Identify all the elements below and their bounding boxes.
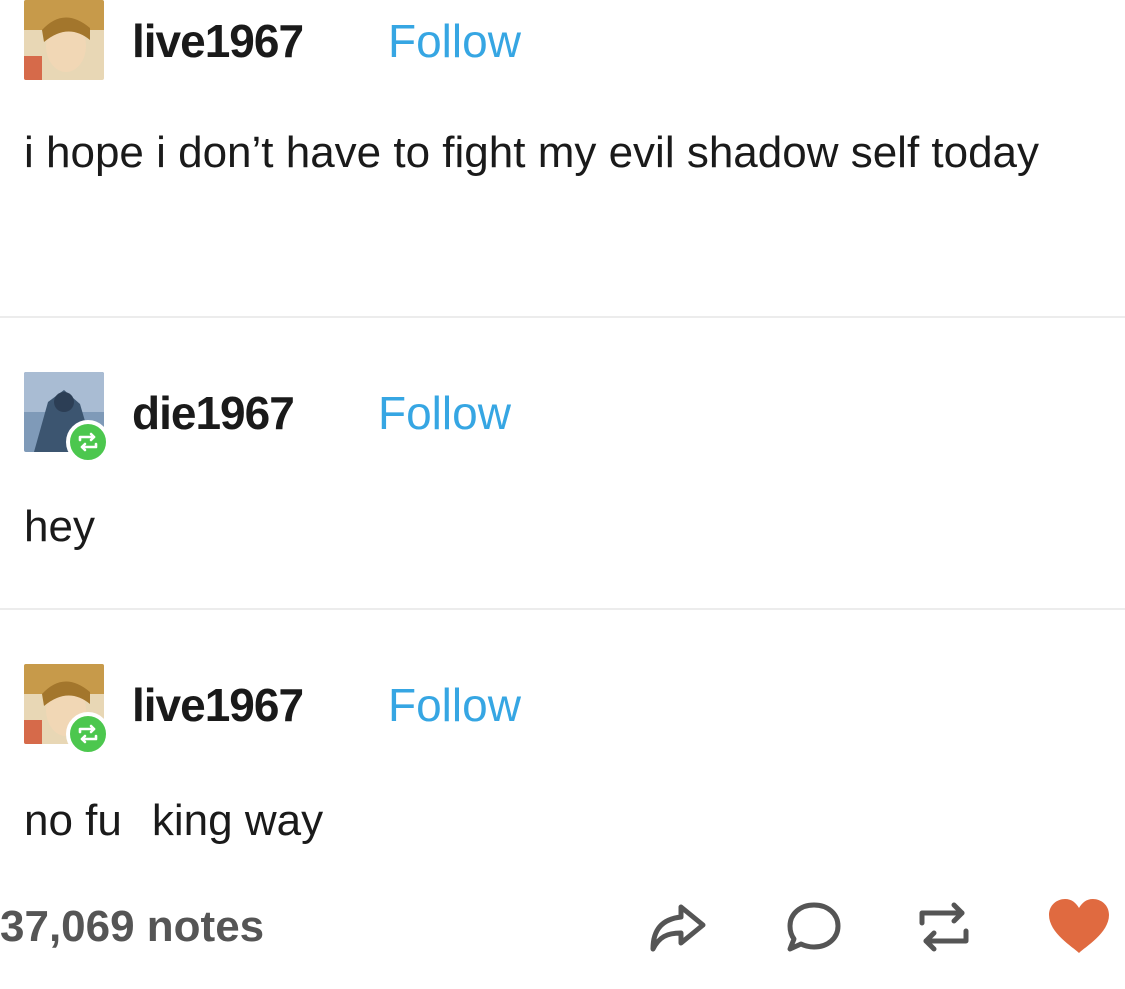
like-icon [1049, 899, 1109, 953]
post-reblog: die1967 Follow hey [0, 372, 1125, 608]
censor-block [121, 803, 152, 844]
notes-count[interactable]: 37,069 notes [0, 905, 264, 949]
follow-button[interactable]: Follow [378, 390, 511, 436]
divider [0, 608, 1125, 610]
post-text-part: no fu [24, 796, 122, 845]
post-text: i hope i don’t have to fight my evil sha… [24, 128, 1040, 177]
post-original: live1967 Follow i hope i don’t have to f… [0, 0, 1125, 318]
reblog-badge [66, 712, 110, 756]
share-icon [650, 904, 706, 952]
reblog-icon [78, 724, 98, 744]
follow-button[interactable]: Follow [388, 682, 521, 728]
post-text-part: king way [151, 796, 324, 845]
like-button[interactable] [1045, 895, 1113, 964]
reblog-icon [78, 432, 98, 452]
follow-button[interactable]: Follow [388, 18, 521, 64]
reblog-icon [919, 902, 969, 952]
reply-icon [787, 902, 841, 952]
divider [0, 316, 1125, 318]
post-text: no fu king way [24, 780, 1084, 862]
reply-button[interactable] [782, 895, 846, 964]
avatar[interactable] [24, 0, 104, 80]
post-text: hey [24, 502, 95, 551]
username[interactable]: live1967 [132, 682, 304, 728]
username[interactable]: live1967 [132, 18, 304, 64]
username[interactable]: die1967 [132, 390, 295, 436]
reblog-button[interactable] [912, 895, 976, 964]
reblog-badge [66, 420, 110, 464]
share-button[interactable] [645, 895, 709, 964]
post-reblog: live1967 Follow no fu king way [0, 664, 1125, 864]
